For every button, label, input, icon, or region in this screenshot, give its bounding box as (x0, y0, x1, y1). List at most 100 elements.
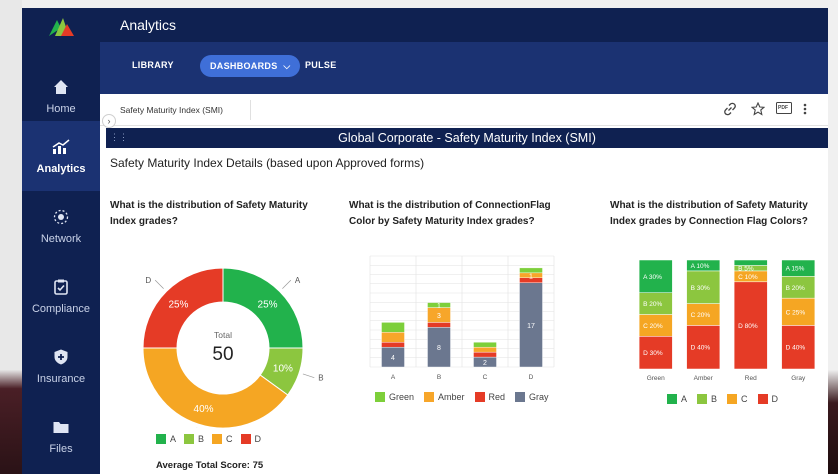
sidebar-item-analytics[interactable]: Analytics (22, 121, 100, 191)
bar-value-label: 1 (437, 303, 441, 310)
legend-label: B (198, 434, 205, 444)
more-vertical-icon[interactable] (797, 102, 813, 118)
bar-segment-red[interactable] (427, 322, 451, 328)
x-tick-label: A (391, 374, 396, 381)
bar-value-label: 8 (437, 345, 441, 352)
tab-dashboards[interactable]: DASHBOARDS ⌵ (200, 55, 301, 77)
sidebar-item-label: Files (49, 443, 73, 455)
bar-segment-red[interactable] (381, 342, 405, 348)
legend-swatch (156, 434, 166, 444)
sidebar-item-label: Network (40, 233, 82, 245)
app-screen: Home Analytics Network Compliance Insura (22, 8, 828, 474)
bar-value-label: A 10% (691, 263, 710, 270)
pdf-icon[interactable]: PDF (775, 102, 793, 118)
app-title: Analytics (120, 17, 177, 33)
tab-library[interactable]: LIBRARY (132, 60, 174, 70)
bar-value-label: D 80% (738, 323, 758, 330)
pdf-label: PDF (778, 105, 788, 111)
legend-label: C (226, 434, 233, 444)
sidebar: Home Analytics Network Compliance Insura (22, 8, 100, 474)
app-logo[interactable] (47, 12, 75, 40)
donut-category-label: B (318, 374, 323, 383)
divider (250, 100, 251, 120)
compliance-icon (51, 277, 71, 297)
bar-segment-red[interactable] (473, 351, 497, 358)
chart-3-question: What is the distribution of Safety Matur… (610, 200, 808, 227)
bar-value-label: B 5% (738, 266, 754, 273)
x-tick-label: Gray (791, 375, 806, 382)
bar-value-label: 1 (529, 273, 533, 280)
sidebar-item-label: Compliance (31, 303, 91, 315)
section-title: Safety Maturity Index Details (based upo… (110, 156, 425, 170)
star-icon[interactable] (750, 101, 766, 118)
legend-item-c[interactable]: C (212, 434, 233, 444)
legend-item-a[interactable]: A (667, 394, 687, 404)
bar-value-label: B 20% (643, 301, 662, 308)
sidebar-item-network[interactable]: Network (22, 191, 100, 261)
breadcrumb[interactable]: Safety Maturity Index (SMI) (120, 105, 223, 115)
bar-value-label: 17 (527, 323, 535, 330)
bar-value-label: 2 (483, 360, 487, 367)
insurance-icon (51, 347, 71, 367)
legend-item-green[interactable]: Green (375, 392, 414, 402)
legend-item-c[interactable]: C (727, 394, 748, 404)
bar-segment-amber[interactable] (473, 346, 497, 353)
tab-pulse[interactable]: PULSE (305, 60, 337, 70)
legend-item-gray[interactable]: Gray (515, 392, 549, 402)
bar-value-label: B 30% (691, 285, 710, 292)
legend-item-a[interactable]: A (156, 434, 176, 444)
bar-value-label: C 10% (738, 274, 758, 281)
bar-segment-green[interactable] (381, 322, 405, 333)
bar-segment-a[interactable] (733, 259, 768, 266)
legend-item-red[interactable]: Red (474, 392, 505, 402)
legend-label: A (170, 434, 177, 444)
network-icon (51, 207, 71, 227)
sidebar-item-files[interactable]: Files (22, 401, 100, 471)
home-icon (51, 77, 71, 97)
legend-swatch (184, 434, 195, 444)
legend-item-d[interactable]: D (757, 394, 779, 404)
legend-label: Green (389, 392, 415, 402)
expand-sidebar-button[interactable]: › (102, 114, 116, 128)
legend-label: B (711, 394, 718, 404)
bar-segment-amber[interactable] (381, 332, 405, 343)
donut-value-label: 40% (194, 404, 214, 415)
legend-item-b[interactable]: B (184, 434, 204, 444)
report-title: Global Corporate - Safety Maturity Index… (338, 131, 596, 145)
average-total-score: Average Total Score: 75 (156, 460, 264, 471)
chart-3-legend: A B C D (667, 394, 788, 404)
legend-label: A (681, 394, 688, 404)
legend-item-d[interactable]: D (240, 434, 261, 444)
background-photo-top (0, 0, 838, 8)
legend-item-b[interactable]: B (697, 394, 717, 404)
legend-swatch (515, 392, 526, 402)
tab-bar: LIBRARY DASHBOARDS ⌵ PULSE (100, 42, 828, 94)
legend-swatch (474, 392, 485, 402)
legend-item-amber[interactable]: Amber (424, 392, 465, 402)
legend-swatch (697, 394, 708, 404)
chart-1-question: What is the distribution of Safety Matur… (110, 200, 308, 227)
sidebar-item-insurance[interactable]: Insurance (22, 331, 100, 401)
sidebar-item-label: Insurance (36, 373, 86, 385)
analytics-icon (51, 137, 71, 157)
donut-center-label: Total (214, 330, 232, 340)
donut-center-value: 50 (212, 344, 233, 365)
chevron-down-icon: ⌵ (283, 61, 291, 71)
breadcrumb-bar: Safety Maturity Index (SMI) PDF (100, 94, 828, 126)
bar-segment-green[interactable] (519, 267, 543, 274)
bar-value-label: D 40% (691, 345, 711, 352)
chart-1-legend: A B C D (156, 434, 269, 444)
bar-value-label: A 15% (786, 266, 805, 273)
bar-value-label: A 30% (643, 274, 662, 281)
sidebar-item-compliance[interactable]: Compliance (22, 261, 100, 331)
legend-label: C (741, 394, 748, 404)
legend-label: D (771, 394, 779, 404)
donut-leader-line (282, 279, 292, 289)
bar-value-label: D 30% (643, 350, 663, 357)
bar-value-label: C 20% (691, 312, 711, 319)
bar-segment-green[interactable] (473, 342, 497, 348)
legend-swatch (375, 392, 385, 402)
tab-dashboards-label: DASHBOARDS (210, 61, 278, 71)
legend-swatch (667, 394, 677, 404)
link-icon[interactable] (722, 102, 738, 118)
